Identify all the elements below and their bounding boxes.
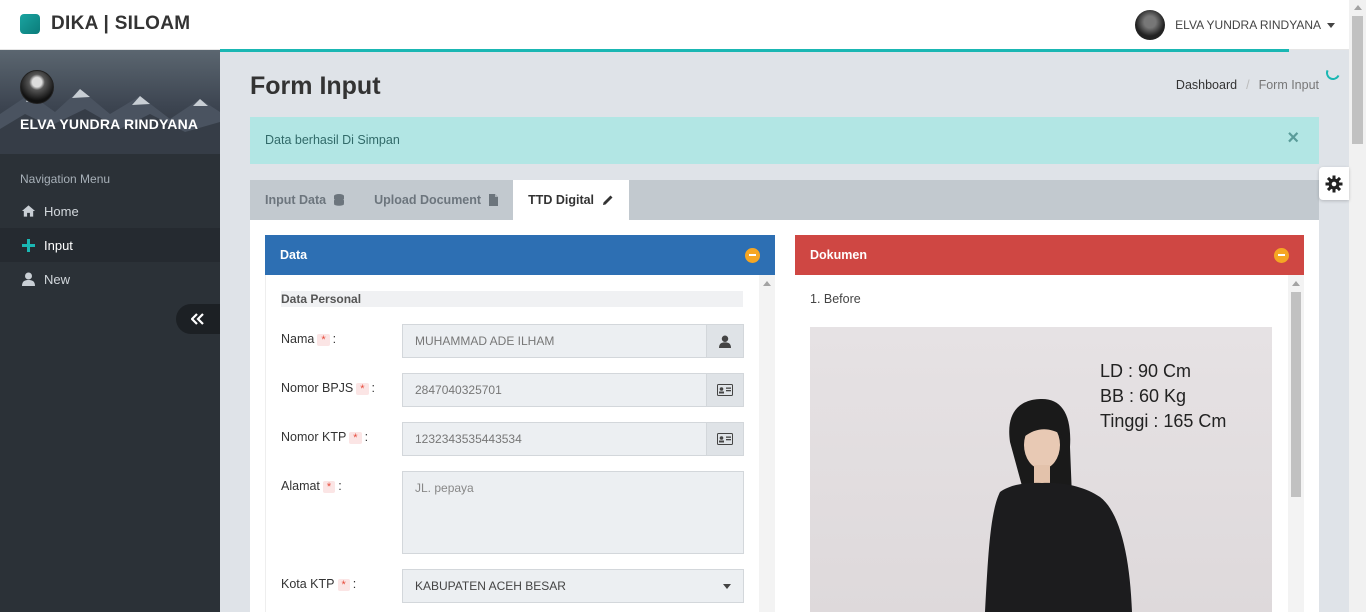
photo-caption-line: BB : 60 Kg [1100,386,1187,406]
brand-title: DIKA | SILOAM [51,13,191,34]
document-panel: Dokumen 1. Before LD : 90 Cm BB : 60 Kg … [795,235,1304,612]
breadcrumb-separator: / [1246,78,1250,92]
minus-icon[interactable] [745,247,760,263]
home-icon [20,203,36,219]
document-panel-scrollbar[interactable] [1288,275,1304,612]
user-icon [706,324,744,358]
alert-message: Data berhasil Di Simpan [265,133,400,147]
tab-body: Data Data Personal Nama *: MUHAMMAD ADE I… [250,220,1319,612]
label-text: Nomor BPJS [281,381,354,395]
file-icon [489,194,499,206]
sidebar-collapse-button[interactable] [176,304,220,334]
minus-icon[interactable] [1274,247,1289,263]
ktp-input-group: 1232343535443534 [402,422,744,456]
bpjs-input[interactable]: 2847040325701 [402,373,706,407]
required-mark: * [356,383,369,395]
avatar [1135,10,1166,40]
field-label: Nomor KTP *: [281,430,369,444]
form-tabs: Input Data Upload Document TTD Digital [250,180,1319,220]
required-mark: * [349,432,362,444]
tab-ttd-digital[interactable]: TTD Digital [513,180,630,220]
tab-label: TTD Digital [528,193,595,207]
document-item-label: 1. Before [810,292,861,306]
nav-header: Navigation Menu [20,172,111,186]
tab-label: Upload Document [374,193,482,207]
nama-input-group: MUHAMMAD ADE ILHAM [402,324,744,358]
label-text: Nama [281,332,315,346]
document-panel-body: 1. Before LD : 90 Cm BB : 60 Kg Tinggi :… [795,275,1304,612]
page-scrollbar[interactable] [1349,0,1366,612]
user-menu[interactable]: ELVA YUNDRA RINDYANA [1135,10,1335,40]
document-panel-header: Dokumen [795,235,1304,275]
kota-select[interactable]: KABUPATEN ACEH BESAR [402,569,744,603]
scroll-up-icon[interactable] [1292,281,1300,286]
double-chevron-left-icon [191,313,204,325]
user-name: ELVA YUNDRA RINDYANA [1175,18,1321,32]
breadcrumb-current: Form Input [1258,78,1319,92]
label-text: Kota KTP [281,577,335,591]
top-navbar: DIKA | SILOAM ELVA YUNDRA RINDYANA [0,0,1349,50]
before-photo: LD : 90 Cm BB : 60 Kg Tinggi : 165 Cm [810,327,1272,612]
user-icon [20,271,36,287]
data-panel-scrollbar[interactable] [759,275,775,612]
sidebar-item-label: New [44,271,71,287]
field-label: Nomor BPJS *: [281,381,376,395]
required-mark: * [322,481,336,493]
data-panel-title: Data [280,248,308,262]
label-text: Nomor KTP [281,430,347,444]
document-panel-title: Dokumen [810,248,867,262]
breadcrumb: Dashboard / Form Input [1176,78,1319,92]
data-panel-body: Data Personal Nama *: MUHAMMAD ADE ILHAM … [265,275,775,612]
scroll-up-icon[interactable] [763,281,771,286]
sidebar-item-label: Home [44,203,79,219]
brand-logo-icon [20,14,40,34]
pencil-icon [602,194,614,206]
kota-selected-value: KABUPATEN ACEH BESAR [415,579,566,593]
profile-name: ELVA YUNDRA RINDYANA [20,116,199,132]
sidebar-item-label: Input [44,237,73,253]
sidebar-item-home[interactable]: Home [0,194,220,228]
sidebar-item-new[interactable]: New [0,262,220,296]
success-alert: Data berhasil Di Simpan × [250,117,1319,164]
nama-input[interactable]: MUHAMMAD ADE ILHAM [402,324,706,358]
plus-icon [20,237,36,253]
label-text: Alamat [281,479,320,493]
tab-upload-document[interactable]: Upload Document [359,180,513,220]
settings-button[interactable] [1319,167,1349,200]
main-content: Form Input Dashboard / Form Input Data b… [220,52,1349,612]
photo-caption-line: Tinggi : 165 Cm [1100,411,1227,431]
ktp-input[interactable]: 1232343535443534 [402,422,706,456]
scroll-thumb[interactable] [1291,292,1301,497]
bpjs-input-group: 2847040325701 [402,373,744,407]
brand[interactable]: DIKA | SILOAM [20,13,190,35]
gear-icon [1325,175,1343,192]
tab-label: Input Data [265,193,327,207]
alamat-textarea[interactable]: JL. pepaya [402,471,744,554]
page-title: Form Input [250,72,381,100]
id-card-icon [706,422,744,456]
required-mark: * [317,334,330,346]
field-label: Kota KTP *: [281,577,357,591]
profile-avatar[interactable] [20,70,54,104]
scroll-thumb[interactable] [1352,16,1363,144]
person-photo-image [985,399,1132,612]
id-card-icon [706,373,744,407]
field-label: Nama *: [281,332,337,346]
tab-input-data[interactable]: Input Data [250,180,359,220]
scroll-up-icon[interactable] [1354,5,1362,10]
section-title: Data Personal [281,291,743,307]
close-icon[interactable]: × [1287,127,1299,150]
breadcrumb-link-dashboard[interactable]: Dashboard [1176,78,1237,92]
photo-caption-line: LD : 90 Cm [1100,361,1192,381]
caret-down-icon [723,583,731,589]
database-icon [334,194,345,206]
caret-down-icon [1327,22,1335,28]
sidebar: ELVA YUNDRA RINDYANA Navigation Menu Hom… [0,50,220,612]
required-mark: * [337,579,350,591]
sidebar-item-input[interactable]: Input [0,228,220,262]
data-panel: Data Data Personal Nama *: MUHAMMAD ADE I… [265,235,775,612]
sidebar-profile: ELVA YUNDRA RINDYANA [0,50,220,154]
field-label: Alamat *: [281,479,342,493]
data-panel-header: Data [265,235,775,275]
